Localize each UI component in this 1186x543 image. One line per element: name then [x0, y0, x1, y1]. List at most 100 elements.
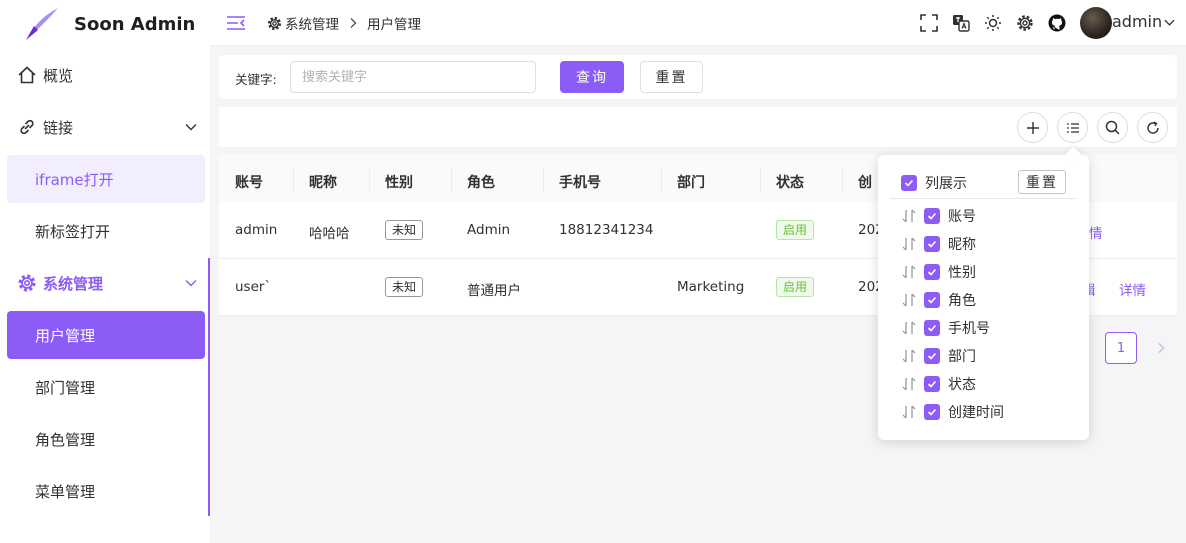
column-option-label: 手机号 — [948, 321, 990, 337]
column-option[interactable]: 性别 — [901, 262, 976, 282]
sidebar: Soon Admin 概览 链接 iframe打开 新标签打开 系统管理 用户管… — [0, 0, 210, 543]
avatar[interactable] — [1080, 7, 1112, 39]
column-reset-button[interactable]: 重置 — [1018, 170, 1066, 194]
sidebar-item-roles[interactable]: 角色管理 — [7, 415, 205, 463]
column-option[interactable]: 创建时间 — [901, 402, 1004, 422]
checkbox-checked-icon[interactable] — [924, 264, 940, 280]
checkbox-checked-icon[interactable] — [924, 348, 940, 364]
cell-nickname: 哈哈哈 — [309, 226, 350, 242]
settings-icon[interactable] — [1016, 14, 1034, 32]
column-option[interactable]: 状态 — [901, 374, 976, 394]
chevron-down-icon[interactable] — [1163, 16, 1176, 29]
sidebar-item-iframe[interactable]: iframe打开 — [7, 155, 205, 203]
list-icon — [1066, 121, 1080, 135]
drag-handle-icon[interactable] — [901, 264, 917, 280]
detail-link[interactable]: 详情 — [1119, 279, 1146, 299]
column-select-all[interactable]: 列展示 — [901, 173, 967, 193]
sidebar-item-users[interactable]: 用户管理 — [7, 311, 205, 359]
column-header: 部门 — [677, 175, 705, 191]
checkbox-checked-icon[interactable] — [924, 376, 940, 392]
fullscreen-icon[interactable] — [920, 14, 938, 32]
sidebar-item-menus[interactable]: 菜单管理 — [7, 467, 205, 515]
sidebar-item-overview[interactable]: 概览 — [0, 51, 210, 99]
app-name: Soon Admin — [74, 13, 196, 35]
search-icon — [1105, 120, 1120, 135]
sidebar-item-new-tab[interactable]: 新标签打开 — [7, 207, 205, 255]
status-badge: 启用 — [776, 220, 815, 240]
gear-icon — [16, 272, 38, 294]
translate-icon[interactable] — [952, 14, 970, 32]
drag-handle-icon[interactable] — [901, 320, 917, 336]
column-header: 账号 — [235, 175, 263, 191]
sidebar-item-links[interactable]: 链接 — [0, 103, 210, 151]
breadcrumb-item: 用户管理 — [367, 17, 421, 33]
column-option[interactable]: 部门 — [901, 346, 976, 366]
drag-handle-icon[interactable] — [901, 236, 917, 252]
column-settings-button[interactable] — [1057, 112, 1088, 143]
column-settings-popover: 列展示 重置 账号 昵称 性别 角色 手机号 部门 状态 创建时间 — [878, 146, 1089, 440]
add-button[interactable] — [1017, 112, 1048, 143]
column-option-label: 昵称 — [948, 237, 976, 253]
sidebar-item-label: 链接 — [43, 118, 74, 137]
sidebar-item-label: iframe打开 — [35, 170, 114, 189]
cell-account: admin — [235, 222, 278, 238]
drag-handle-icon[interactable] — [901, 292, 917, 308]
breadcrumb-item[interactable]: 系统管理 — [285, 13, 339, 33]
checkbox-checked-icon[interactable] — [924, 292, 940, 308]
sidebar-item-system[interactable]: 系统管理 — [0, 259, 210, 307]
gender-tag: 未知 — [385, 277, 424, 297]
username[interactable]: admin — [1112, 12, 1162, 31]
keyword-input[interactable] — [290, 61, 536, 93]
sidebar-item-departments[interactable]: 部门管理 — [7, 363, 205, 411]
cell-role: 普通用户 — [467, 283, 521, 299]
chevron-right-icon[interactable] — [1155, 342, 1167, 354]
popover-title: 列展示 — [925, 176, 967, 192]
column-option[interactable]: 手机号 — [901, 318, 990, 338]
link-icon — [16, 116, 38, 138]
column-header: 昵称 — [309, 175, 337, 191]
column-option[interactable]: 昵称 — [901, 234, 976, 254]
sidebar-item-label: 新标签打开 — [35, 222, 111, 241]
github-icon[interactable] — [1048, 14, 1066, 32]
column-option-label: 角色 — [948, 293, 976, 309]
search-toggle-button[interactable] — [1097, 112, 1128, 143]
refresh-button[interactable] — [1137, 112, 1168, 143]
column-header: 性别 — [385, 175, 413, 191]
column-option-label: 性别 — [948, 265, 976, 281]
drag-handle-icon[interactable] — [901, 208, 917, 224]
checkbox-checked-icon[interactable] — [924, 208, 940, 224]
keyword-label: 关键字: — [235, 72, 277, 87]
sidebar-item-label: 用户管理 — [35, 326, 96, 345]
checkbox-checked-icon[interactable] — [924, 404, 940, 420]
refresh-icon — [1146, 120, 1160, 135]
status-badge: 启用 — [776, 277, 815, 297]
column-option[interactable]: 角色 — [901, 290, 976, 310]
detail-link[interactable]: 情 — [1089, 222, 1103, 242]
column-option-label: 状态 — [948, 377, 976, 393]
pagination-page[interactable]: 1 — [1105, 332, 1137, 364]
collapse-menu-icon[interactable] — [226, 13, 246, 33]
submenu-indicator — [208, 258, 210, 516]
cell-phone: 18812341234 — [559, 222, 654, 238]
drag-handle-icon[interactable] — [901, 404, 917, 420]
checkbox-checked-icon[interactable] — [924, 320, 940, 336]
logo[interactable]: Soon Admin — [24, 4, 195, 44]
chevron-down-icon — [184, 120, 198, 134]
drag-handle-icon[interactable] — [901, 376, 917, 392]
sidebar-item-label: 系统管理 — [43, 274, 104, 293]
column-option[interactable]: 账号 — [901, 206, 976, 226]
plus-icon — [1026, 121, 1040, 135]
checkbox-checked-icon[interactable] — [924, 236, 940, 252]
column-option-label: 创建时间 — [948, 405, 1004, 421]
reset-button[interactable]: 重置 — [640, 61, 703, 93]
home-icon — [16, 64, 38, 86]
drag-handle-icon[interactable] — [901, 348, 917, 364]
sun-icon[interactable] — [984, 14, 1002, 32]
cell-dept: Marketing — [677, 279, 745, 295]
column-header: 手机号 — [559, 175, 601, 191]
logo-icon — [24, 6, 60, 42]
checkbox-checked-icon[interactable] — [901, 175, 917, 191]
query-button[interactable]: 查询 — [560, 61, 624, 93]
cell-role: Admin — [467, 222, 511, 238]
search-form: 关键字: 查询 重置 — [219, 55, 1177, 99]
